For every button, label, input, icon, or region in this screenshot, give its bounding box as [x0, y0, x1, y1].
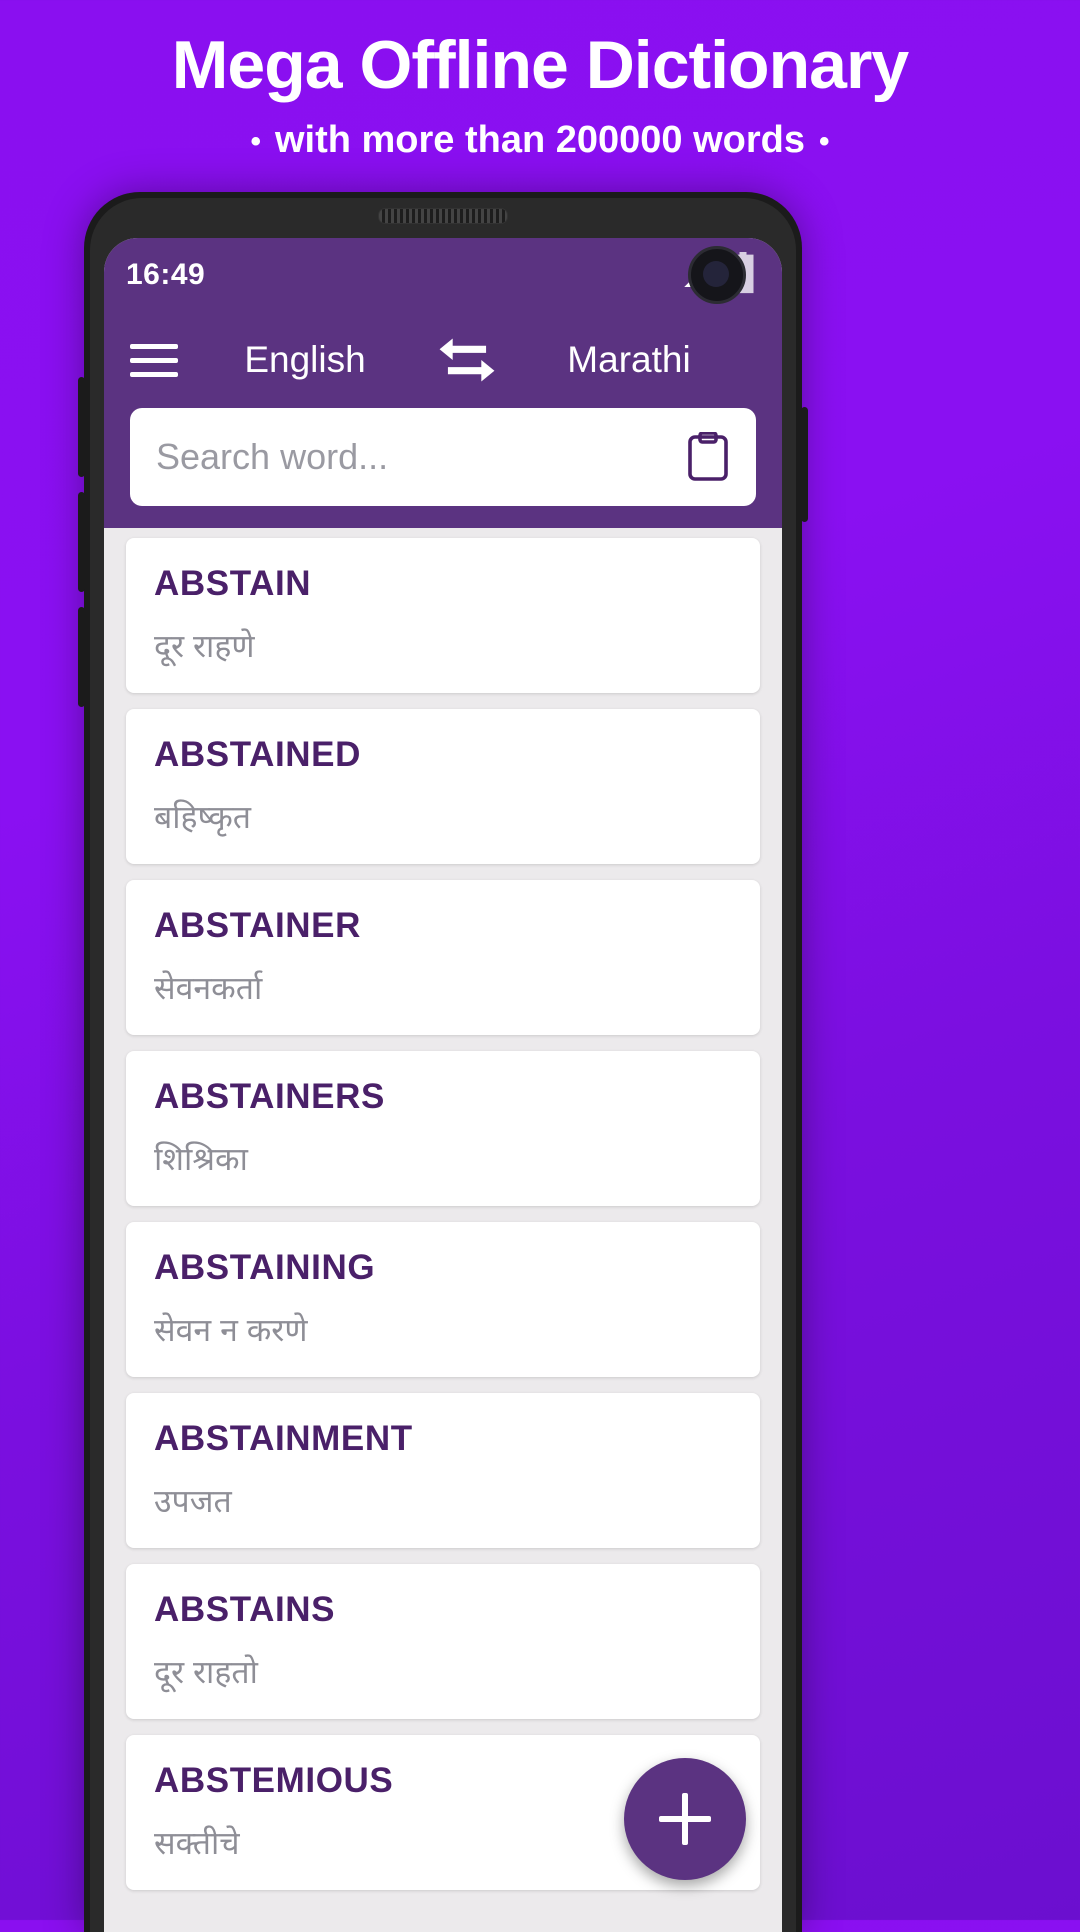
search-container: Search word... — [104, 408, 782, 528]
word-meaning: सेवनकर्ता — [154, 970, 263, 1006]
status-clock: 16:49 — [126, 258, 206, 291]
app-bar: English Marathi — [104, 312, 782, 408]
word-title: ABSTAIN — [154, 564, 312, 603]
bullet-left: • — [250, 125, 261, 159]
word-title: ABSTAINERS — [154, 1077, 385, 1116]
power-button[interactable] — [801, 407, 808, 522]
bullet-right: • — [819, 125, 830, 159]
word-meaning: सेवन न करणे — [154, 1312, 308, 1348]
word-meaning: बहिष्कृत — [154, 799, 252, 835]
word-meaning: दूर राहणे — [154, 628, 255, 664]
volume-down-button[interactable] — [78, 492, 85, 592]
promo-header: Mega Offline Dictionary • with more than … — [0, 0, 1080, 190]
target-language-button[interactable]: Marathi — [502, 339, 756, 381]
list-item[interactable]: ABSTAINED बहिष्कृत — [126, 709, 760, 864]
earpiece-speaker — [378, 208, 508, 224]
hamburger-menu-icon[interactable] — [130, 343, 178, 377]
search-input[interactable]: Search word... — [156, 436, 686, 478]
clipboard-icon[interactable] — [686, 431, 730, 482]
list-item[interactable]: ABSTAIN दूर राहणे — [126, 538, 760, 693]
word-list[interactable]: ABSTAIN दूर राहणे ABSTAINED बहिष्कृत ABS… — [104, 528, 782, 1932]
promo-subtitle: • with more than 200000 words • — [236, 119, 843, 162]
word-title: ABSTAINS — [154, 1590, 336, 1629]
phone-mockup: 16:49 x — [78, 192, 808, 1932]
add-word-fab[interactable] — [624, 1758, 746, 1880]
front-camera — [688, 246, 746, 304]
page-title: Mega Offline Dictionary — [171, 27, 909, 103]
list-item[interactable]: ABSTAINING सेवन न करणे — [126, 1222, 760, 1377]
word-meaning: दूर राहतो — [154, 1654, 258, 1690]
list-item[interactable]: ABSTAINER सेवनकर्ता — [126, 880, 760, 1035]
word-meaning: शिश्रिका — [154, 1141, 248, 1177]
word-title: ABSTAINING — [154, 1248, 376, 1287]
word-meaning: उपजत — [154, 1483, 232, 1519]
volume-up-button[interactable] — [78, 377, 85, 477]
phone-screen: 16:49 x — [104, 238, 782, 1932]
word-title: ABSTAINER — [154, 906, 361, 945]
promo-subtitle-text: with more than 200000 words — [274, 119, 806, 162]
search-box[interactable]: Search word... — [130, 408, 756, 506]
bixby-button[interactable] — [78, 607, 85, 707]
list-item[interactable]: ABSTAINS दूर राहतो — [126, 1564, 760, 1719]
plus-icon — [659, 1793, 711, 1845]
word-title: ABSTAINMENT — [154, 1419, 413, 1458]
status-bar: 16:49 x — [104, 238, 782, 312]
list-item[interactable]: ABSTAINERS शिश्रिका — [126, 1051, 760, 1206]
source-language-button[interactable]: English — [178, 339, 432, 381]
word-title: ABSTAINED — [154, 735, 361, 774]
list-item[interactable]: ABSTAINMENT उपजत — [126, 1393, 760, 1548]
swap-arrows-icon[interactable] — [432, 336, 502, 384]
